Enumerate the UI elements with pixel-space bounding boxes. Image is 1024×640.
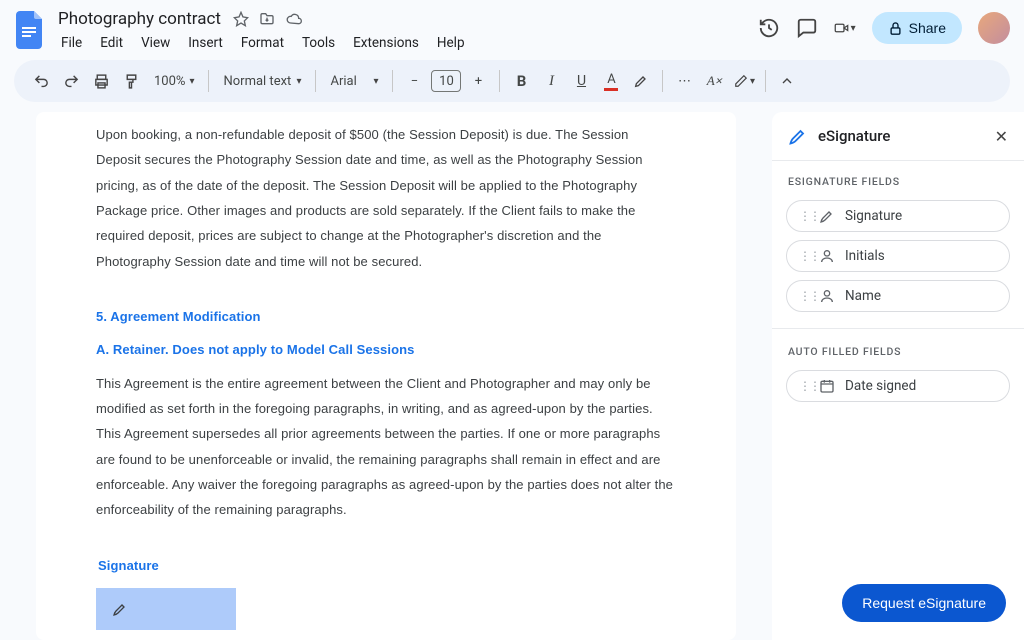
star-icon[interactable] [233, 11, 249, 27]
bold-icon[interactable]: B [508, 68, 534, 94]
document-page[interactable]: Upon booking, a non-refundable deposit o… [36, 112, 736, 640]
field-signature[interactable]: ⋮⋮ Signature [786, 200, 1010, 232]
zoom-dropdown[interactable]: 100%▾ [148, 74, 200, 89]
text-color-icon[interactable]: A [598, 68, 624, 94]
history-icon[interactable] [758, 17, 780, 39]
esignature-panel: eSignature ✕ ESIGNATURE FIELDS ⋮⋮ Signat… [772, 112, 1024, 640]
highlight-icon[interactable] [628, 68, 654, 94]
grip-icon: ⋮⋮ [799, 289, 809, 303]
italic-icon[interactable]: I [538, 68, 564, 94]
share-label: Share [909, 20, 946, 36]
field-label: Signature [845, 208, 902, 224]
paint-format-icon[interactable] [118, 68, 144, 94]
grip-icon: ⋮⋮ [799, 249, 809, 263]
share-button[interactable]: Share [872, 12, 962, 44]
collapse-icon[interactable] [774, 68, 800, 94]
request-esignature-button[interactable]: Request eSignature [842, 584, 1006, 622]
menu-tools[interactable]: Tools [295, 32, 342, 54]
cloud-icon[interactable] [285, 11, 303, 27]
paragraph: This Agreement is the entire agreement b… [96, 371, 676, 523]
pen-icon [819, 208, 835, 224]
menu-bar: File Edit View Insert Format Tools Exten… [54, 32, 472, 54]
paragraph: Upon booking, a non-refundable deposit o… [96, 122, 676, 274]
style-dropdown[interactable]: Normal text▾ [217, 74, 307, 89]
field-label: Date signed [845, 378, 916, 394]
menu-view[interactable]: View [134, 32, 177, 54]
field-label: Name [845, 288, 881, 304]
grip-icon: ⋮⋮ [799, 379, 809, 393]
menu-help[interactable]: Help [430, 32, 472, 54]
close-icon[interactable]: ✕ [995, 127, 1008, 146]
avatar[interactable] [978, 12, 1010, 44]
field-name[interactable]: ⋮⋮ Name [786, 280, 1010, 312]
edit-mode-icon[interactable]: ▾ [731, 68, 757, 94]
menu-extensions[interactable]: Extensions [346, 32, 426, 54]
subheading: A. Retainer. Does not apply to Model Cal… [96, 337, 676, 362]
signature-field[interactable] [96, 588, 236, 630]
heading: 5. Agreement Modification [96, 304, 676, 329]
doc-title[interactable]: Photography contract [54, 8, 225, 30]
more-icon[interactable]: ⋯ [671, 68, 697, 94]
field-date-signed[interactable]: ⋮⋮ Date signed [786, 370, 1010, 402]
panel-title: eSignature [818, 127, 890, 145]
toolbar: 100%▾ Normal text▾ Arial▾ − 10 + B I U A… [14, 60, 1010, 102]
menu-file[interactable]: File [54, 32, 89, 54]
field-initials[interactable]: ⋮⋮ Initials [786, 240, 1010, 272]
signature-label: Signature [98, 553, 676, 578]
section-label: ESIGNATURE FIELDS [772, 161, 1024, 196]
font-size-input[interactable]: 10 [431, 70, 461, 92]
menu-format[interactable]: Format [234, 32, 291, 54]
menu-insert[interactable]: Insert [181, 32, 230, 54]
person-icon [819, 248, 835, 264]
docs-logo[interactable] [14, 8, 48, 52]
meet-icon[interactable]: ▾ [834, 17, 856, 39]
increase-font-icon[interactable]: + [465, 68, 491, 94]
pen-icon [112, 601, 128, 617]
font-dropdown[interactable]: Arial▾ [324, 74, 384, 89]
menu-edit[interactable]: Edit [93, 32, 130, 54]
redo-icon[interactable] [58, 68, 84, 94]
calendar-icon [819, 378, 835, 394]
print-icon[interactable] [88, 68, 114, 94]
underline-icon[interactable]: U [568, 68, 594, 94]
undo-icon[interactable] [28, 68, 54, 94]
decrease-font-icon[interactable]: − [401, 68, 427, 94]
person-icon [819, 288, 835, 304]
clear-format-icon[interactable]: A✕ [701, 68, 727, 94]
move-icon[interactable] [259, 11, 275, 27]
section-label: AUTO FILLED FIELDS [772, 331, 1024, 366]
comment-icon[interactable] [796, 17, 818, 39]
pen-icon [788, 126, 808, 146]
field-label: Initials [845, 248, 885, 264]
grip-icon: ⋮⋮ [799, 209, 809, 223]
